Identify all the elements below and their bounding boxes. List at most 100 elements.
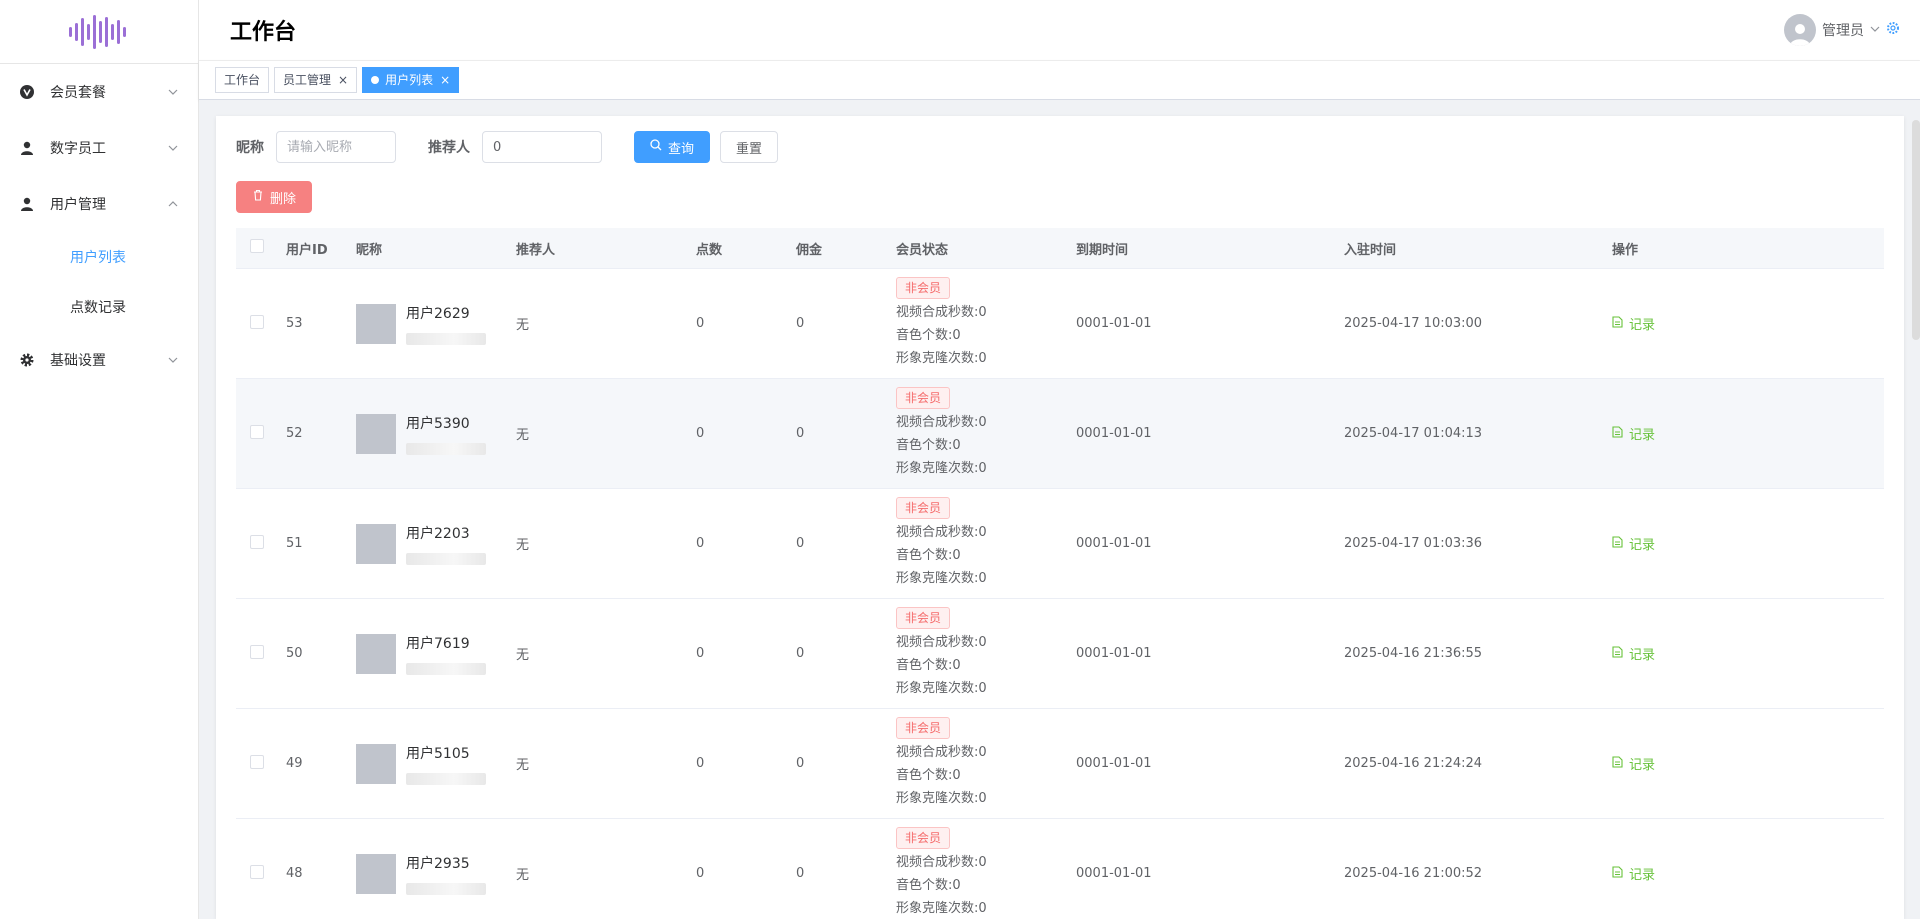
user-name[interactable]: 管理员 (1822, 20, 1864, 40)
user-avatar (356, 303, 396, 344)
query-button[interactable]: 查询 (634, 131, 711, 163)
record-link[interactable]: 记录 (1612, 864, 1655, 883)
nickname: 用户7619 (406, 635, 470, 652)
record-link[interactable]: 记录 (1612, 754, 1655, 773)
document-icon (1612, 425, 1623, 442)
video-seconds: 视频合成秒数:0 (896, 855, 987, 870)
referrer-input[interactable] (482, 131, 602, 163)
record-link-label: 记录 (1629, 318, 1656, 333)
nickname-cell: 用户2935 (356, 853, 516, 895)
join-time: 2025-04-16 21:24:24 (1344, 756, 1483, 771)
delete-button[interactable]: 删除 (236, 181, 313, 213)
sidebar-subitem-points-log[interactable]: 点数记录 (0, 282, 198, 332)
page-title: 工作台 (230, 20, 297, 45)
record-link[interactable]: 记录 (1612, 424, 1655, 443)
vip-status-cell: 非会员 视频合成秒数:0 音色个数:0 形象克隆次数:0 (896, 827, 1076, 919)
tag-user-list[interactable]: 用户列表 × (362, 67, 460, 93)
close-icon[interactable]: × (338, 68, 348, 92)
avatar[interactable] (1784, 14, 1816, 46)
logo[interactable] (0, 0, 198, 64)
table-row[interactable]: 49 用户5105 无 0 0 非会员 视频合成秒数:0 音色个数:0 形象克隆… (236, 709, 1884, 819)
record-link[interactable]: 记录 (1612, 534, 1655, 553)
row-checkbox[interactable] (250, 534, 264, 549)
voice-count: 音色个数:0 (896, 658, 961, 673)
table-row[interactable]: 53 用户2629 无 0 0 非会员 视频合成秒数:0 音色个数:0 形象克隆… (236, 269, 1884, 379)
person-icon (20, 197, 34, 211)
reset-button[interactable]: 重置 (720, 131, 779, 163)
referrer-label: 推荐人 (428, 140, 470, 156)
expire-date: 0001-01-01 (1076, 646, 1152, 661)
vertical-scrollbar[interactable] (1912, 120, 1920, 340)
toolbar: 删除 (236, 181, 313, 213)
voice-count: 音色个数:0 (896, 328, 961, 343)
tag-workbench[interactable]: 工作台 (215, 67, 270, 93)
nickname-cell: 用户5390 (356, 413, 516, 455)
user-avatar (356, 853, 396, 894)
nickname-cell: 用户2203 (356, 523, 516, 565)
user-menu[interactable]: 管理员 (1784, 14, 1900, 46)
op-cell: 记录 (1612, 754, 1884, 773)
commission: 0 (796, 426, 805, 441)
document-icon (1612, 315, 1623, 332)
status-badge: 非会员 (896, 607, 951, 629)
expire-date: 0001-01-01 (1076, 426, 1152, 441)
record-link-label: 记录 (1629, 758, 1656, 773)
commission: 0 (796, 646, 805, 661)
select-all-checkbox[interactable] (250, 239, 264, 253)
record-link[interactable]: 记录 (1612, 644, 1655, 663)
tag-label: 用户列表 (385, 73, 434, 87)
avatar-clone-count: 形象克隆次数:0 (896, 571, 987, 586)
sidebar-item-user-management[interactable]: 用户管理 (0, 176, 198, 232)
row-checkbox[interactable] (250, 754, 264, 769)
join-time: 2025-04-17 01:04:13 (1344, 426, 1483, 441)
document-icon (1612, 645, 1623, 662)
chevron-down-icon[interactable] (1870, 22, 1880, 38)
close-icon[interactable]: × (440, 68, 450, 92)
nickname: 用户5105 (406, 745, 470, 762)
column-header: 昵称 (356, 242, 383, 258)
nickname: 用户2629 (406, 305, 470, 322)
table-row[interactable]: 52 用户5390 无 0 0 非会员 视频合成秒数:0 音色个数:0 形象克隆… (236, 379, 1884, 489)
table-row[interactable]: 48 用户2935 无 0 0 非会员 视频合成秒数:0 音色个数:0 形象克隆… (236, 819, 1884, 919)
referrer: 无 (516, 428, 530, 443)
column-header: 推荐人 (516, 242, 556, 258)
nickname-input[interactable] (276, 131, 396, 163)
chevron-down-icon (168, 143, 178, 153)
record-link[interactable]: 记录 (1612, 314, 1655, 333)
sidebar-item-basic-settings[interactable]: 基础设置 (0, 332, 198, 388)
table-row[interactable]: 50 用户7619 无 0 0 非会员 视频合成秒数:0 音色个数:0 形象克隆… (236, 599, 1884, 709)
status-badge: 非会员 (896, 387, 951, 409)
row-checkbox[interactable] (250, 424, 264, 439)
sidebar-item-membership[interactable]: 会员套餐 (0, 64, 198, 120)
op-cell: 记录 (1612, 424, 1884, 443)
row-checkbox[interactable] (250, 644, 264, 659)
vip-status-cell: 非会员 视频合成秒数:0 音色个数:0 形象克隆次数:0 (896, 497, 1076, 590)
nickname-label: 昵称 (236, 140, 264, 156)
nickname: 用户2203 (406, 525, 470, 542)
sidebar-subitem-user-list[interactable]: 用户列表 (0, 232, 198, 282)
voice-count: 音色个数:0 (896, 768, 961, 783)
row-checkbox[interactable] (250, 864, 264, 879)
row-checkbox[interactable] (250, 314, 264, 329)
gear-icon (20, 353, 34, 367)
nickname: 用户5390 (406, 415, 470, 432)
settings-gear-icon[interactable] (1886, 21, 1900, 39)
points: 0 (696, 866, 705, 881)
tag-staff-management[interactable]: 员工管理 × (274, 67, 358, 93)
search-icon (650, 139, 662, 155)
redacted-phone (406, 662, 486, 675)
table-row[interactable]: 51 用户2203 无 0 0 非会员 视频合成秒数:0 音色个数:0 形象克隆… (236, 489, 1884, 599)
reset-button-label: 重置 (736, 141, 763, 157)
document-icon (1612, 535, 1623, 552)
row-checkbox-cell (236, 424, 286, 443)
nickname-cell: 用户5105 (356, 743, 516, 785)
user-avatar (356, 743, 396, 784)
join-time: 2025-04-17 10:03:00 (1344, 316, 1483, 331)
user-id: 52 (286, 426, 303, 441)
video-seconds: 视频合成秒数:0 (896, 305, 987, 320)
row-checkbox-cell (236, 644, 286, 663)
vip-status-cell: 非会员 视频合成秒数:0 音色个数:0 形象克隆次数:0 (896, 717, 1076, 810)
sidebar-item-digital-staff[interactable]: 数字员工 (0, 120, 198, 176)
content-card: 昵称 推荐人 查询 重置 删除 用户ID 昵称 推荐人 点数 佣金 会员状态 到… (216, 116, 1904, 919)
row-checkbox-cell (236, 864, 286, 883)
